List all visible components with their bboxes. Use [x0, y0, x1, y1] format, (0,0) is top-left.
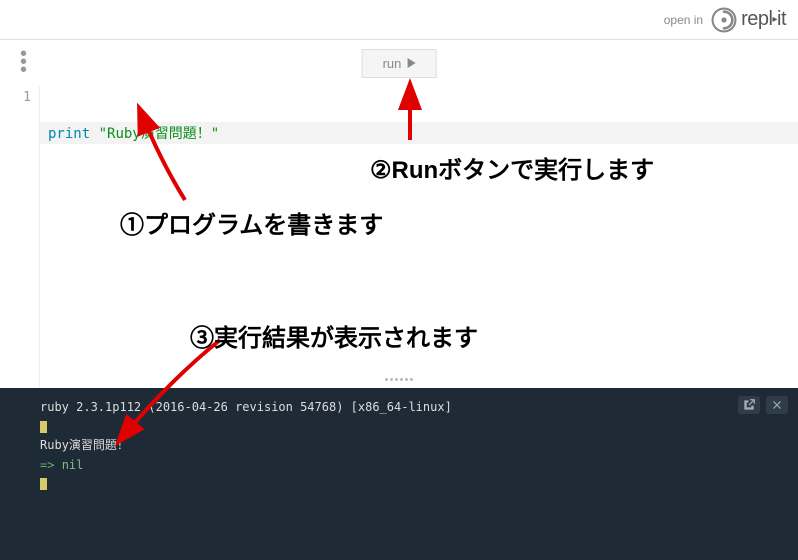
console-output-line: Ruby演習問題！	[40, 436, 778, 455]
play-icon	[407, 58, 415, 68]
replit-swirl-icon	[711, 7, 737, 33]
open-in-label: open in	[664, 13, 703, 27]
console-pane[interactable]: ruby 2.3.1p112 (2016-04-26 revision 5476…	[0, 388, 798, 560]
annotation-3: ③実行結果が表示されます	[190, 318, 478, 353]
console-return-line: => nil	[40, 456, 778, 475]
annotation-2: ②Runボタンで実行します	[370, 150, 654, 185]
console-cursor-line	[40, 417, 778, 436]
console-export-icon[interactable]	[738, 396, 760, 414]
console-version-line: ruby 2.3.1p112 (2016-04-26 revision 5476…	[40, 398, 778, 417]
brand-text: repl▸it	[741, 8, 786, 31]
line-gutter: 1	[0, 86, 40, 388]
console-prompt-line	[40, 475, 778, 494]
top-bar: open in repl▸it	[0, 0, 798, 40]
console-action-icons	[738, 396, 788, 414]
toolbar: ••• run	[0, 40, 798, 86]
run-button[interactable]: run	[362, 49, 437, 78]
line-number: 1	[0, 90, 31, 105]
code-line: print "Ruby演習問題！"	[40, 122, 798, 144]
menu-dots-icon[interactable]: •••	[14, 45, 33, 81]
console-clear-icon[interactable]	[766, 396, 788, 414]
pane-drag-handle[interactable]	[379, 378, 419, 384]
cursor-icon	[40, 421, 47, 433]
annotation-1: ①プログラムを書きます	[120, 205, 383, 240]
run-button-label: run	[383, 56, 402, 71]
replit-logo[interactable]: repl▸it	[711, 7, 786, 33]
cursor-icon	[40, 478, 47, 490]
